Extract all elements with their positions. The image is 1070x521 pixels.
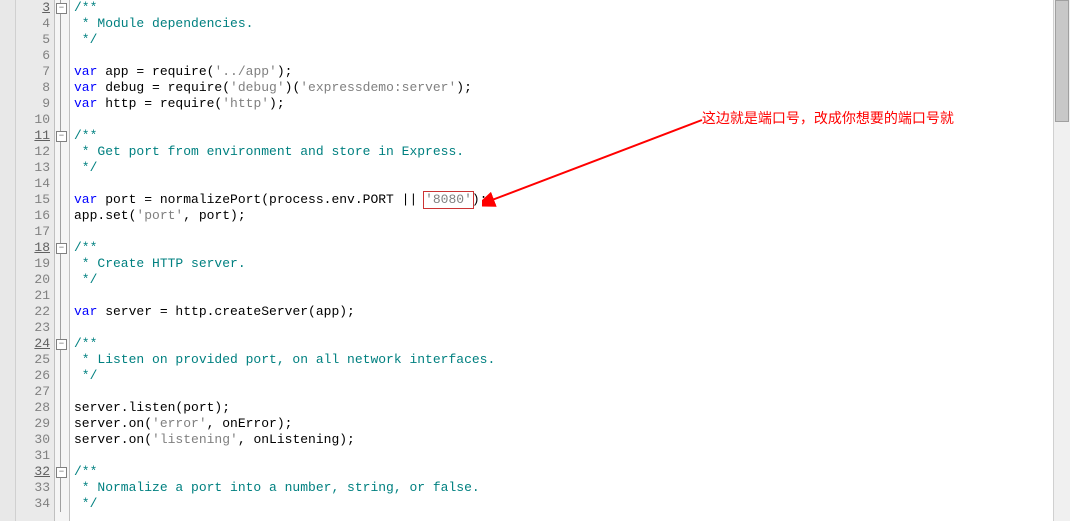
code-line[interactable]: app.set('port', port); [74, 208, 1053, 224]
line-number: 27 [16, 384, 50, 400]
code-line[interactable] [74, 224, 1053, 240]
fold-toggle[interactable]: − [56, 339, 67, 350]
vertical-scrollbar[interactable] [1053, 0, 1070, 521]
code-line[interactable]: /** [74, 0, 1053, 16]
line-number: 33 [16, 480, 50, 496]
line-number: 19 [16, 256, 50, 272]
line-number: 21 [16, 288, 50, 304]
code-line[interactable] [74, 288, 1053, 304]
line-number: 16 [16, 208, 50, 224]
left-margin [0, 0, 16, 521]
code-line[interactable]: var app = require('../app'); [74, 64, 1053, 80]
line-number: 12 [16, 144, 50, 160]
fold-column[interactable]: − − − − − [55, 0, 70, 521]
line-number: 4 [16, 16, 50, 32]
code-line[interactable]: */ [74, 368, 1053, 384]
code-line[interactable]: var debug = require('debug')('expressdem… [74, 80, 1053, 96]
line-number: 7 [16, 64, 50, 80]
code-line[interactable]: server.on('listening', onListening); [74, 432, 1053, 448]
line-number: 25 [16, 352, 50, 368]
code-line[interactable]: /** [74, 240, 1053, 256]
code-line[interactable]: */ [74, 32, 1053, 48]
line-number: 13 [16, 160, 50, 176]
code-line[interactable]: var port = normalizePort(process.env.POR… [74, 192, 1053, 208]
line-number: 14 [16, 176, 50, 192]
line-number: 9 [16, 96, 50, 112]
code-line[interactable]: * Get port from environment and store in… [74, 144, 1053, 160]
line-number: 20 [16, 272, 50, 288]
code-line[interactable] [74, 320, 1053, 336]
code-line[interactable]: server.listen(port); [74, 400, 1053, 416]
code-line[interactable]: */ [74, 160, 1053, 176]
line-number: 11 [16, 128, 50, 144]
line-number: 24 [16, 336, 50, 352]
code-line[interactable]: */ [74, 272, 1053, 288]
code-line[interactable] [74, 48, 1053, 64]
code-line[interactable] [74, 176, 1053, 192]
code-line[interactable]: /** [74, 336, 1053, 352]
code-line[interactable]: /** [74, 464, 1053, 480]
line-number: 23 [16, 320, 50, 336]
fold-toggle[interactable]: − [56, 3, 67, 14]
fold-toggle[interactable]: − [56, 243, 67, 254]
line-number: 22 [16, 304, 50, 320]
scrollbar-thumb[interactable] [1055, 0, 1069, 122]
fold-toggle[interactable]: − [56, 131, 67, 142]
line-number: 32 [16, 464, 50, 480]
code-line[interactable]: /** [74, 128, 1053, 144]
code-line[interactable] [74, 384, 1053, 400]
code-area[interactable]: 这边就是端口号，改成你想要的端口号就 /** * Module dependen… [70, 0, 1053, 521]
code-line[interactable]: * Create HTTP server. [74, 256, 1053, 272]
line-number: 18 [16, 240, 50, 256]
line-number: 26 [16, 368, 50, 384]
code-line[interactable]: var server = http.createServer(app); [74, 304, 1053, 320]
line-number: 28 [16, 400, 50, 416]
line-number: 5 [16, 32, 50, 48]
line-number: 29 [16, 416, 50, 432]
code-line[interactable]: */ [74, 496, 1053, 512]
line-number: 31 [16, 448, 50, 464]
code-editor: 3456789101112131415161718192021222324252… [0, 0, 1070, 521]
line-number: 15 [16, 192, 50, 208]
line-number: 34 [16, 496, 50, 512]
line-number-gutter[interactable]: 3456789101112131415161718192021222324252… [16, 0, 55, 521]
code-line[interactable]: * Listen on provided port, on all networ… [74, 352, 1053, 368]
code-line[interactable]: * Module dependencies. [74, 16, 1053, 32]
line-number: 10 [16, 112, 50, 128]
line-number: 17 [16, 224, 50, 240]
code-line[interactable]: * Normalize a port into a number, string… [74, 480, 1053, 496]
line-number: 3 [16, 0, 50, 16]
line-number: 6 [16, 48, 50, 64]
line-number: 30 [16, 432, 50, 448]
fold-toggle[interactable]: − [56, 467, 67, 478]
line-number: 8 [16, 80, 50, 96]
code-line[interactable]: server.on('error', onError); [74, 416, 1053, 432]
annotation-text: 这边就是端口号，改成你想要的端口号就 [702, 110, 954, 126]
code-line[interactable] [74, 448, 1053, 464]
